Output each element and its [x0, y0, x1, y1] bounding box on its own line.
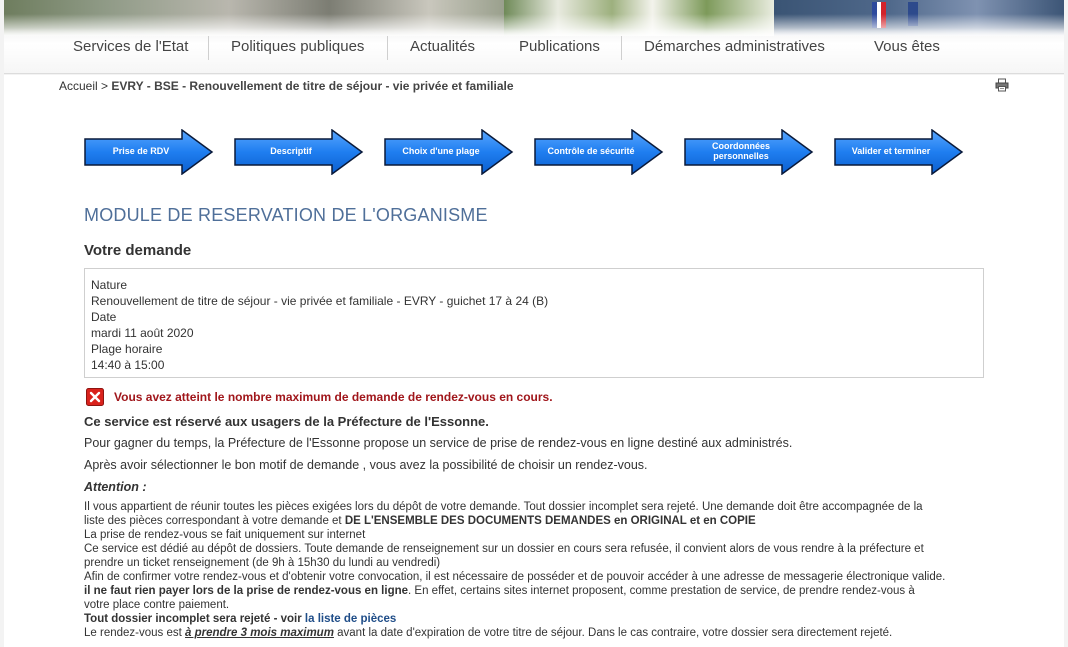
step-label: Prise de RDV	[112, 146, 170, 157]
note-bold: Tout dossier incomplet sera rejeté - voi…	[84, 613, 305, 625]
note-line: Il vous appartient de réunir toutes les …	[84, 501, 923, 513]
step-label: Valider et terminer	[851, 146, 931, 157]
note-line: Le rendez-vous est à prendre 3 mois maxi…	[84, 627, 893, 639]
slot-value: 14:40 à 15:00	[91, 358, 165, 372]
note-bold: il ne faut rien payer lors de la prise d…	[84, 585, 409, 597]
date-value: mardi 11 août 2020	[91, 326, 194, 340]
note-line: prendre un ticket renseignement (de 9h à…	[84, 557, 441, 569]
nav-item-actualites[interactable]: Actualités	[410, 38, 475, 55]
nav-separator	[621, 36, 622, 60]
page-content: Accueil > EVRY - BSE - Renouvellement de…	[4, 75, 1064, 647]
error-message: Vous avez atteint le nombre maximum de d…	[86, 387, 553, 407]
step-label: Descriptif	[270, 146, 312, 157]
attention-heading: Attention :	[84, 480, 147, 494]
step-valider-terminer[interactable]: Valider et terminer	[834, 129, 964, 175]
breadcrumb-current: EVRY - BSE - Renouvellement de titre de …	[111, 79, 514, 93]
step-prise-de-rdv[interactable]: Prise de RDV	[84, 129, 214, 175]
printer-icon[interactable]	[995, 78, 1009, 92]
attention-notes: Il vous appartient de réunir toutes les …	[84, 500, 984, 640]
note-bold: DE L'ENSEMBLE DES DOCUMENTS DEMANDES en …	[344, 515, 756, 527]
main-navigation: Services de l'Etat Politiques publiques …	[4, 28, 1064, 74]
intro-paragraph-2: Après avoir sélectionner le bon motif de…	[84, 458, 648, 472]
reservation-steps: Prise de RDV Descriptif Choix d'une plag…	[84, 129, 984, 177]
note-emphasis: à prendre 3 mois maximum	[185, 627, 334, 639]
note-line: il ne faut rien payer lors de la prise d…	[84, 585, 915, 597]
intro-paragraph-1: Pour gagner du temps, la Préfecture de l…	[84, 436, 793, 450]
breadcrumb-home-link[interactable]: Accueil	[59, 79, 98, 93]
step-label: Contrôle de sécurité	[547, 146, 635, 157]
step-controle-securite[interactable]: Contrôle de sécurité	[534, 129, 664, 175]
slot-label: Plage horaire	[91, 342, 163, 356]
note-line: Ce service est dédié au dépôt de dossier…	[84, 543, 924, 555]
section-title: Votre demande	[84, 242, 192, 259]
error-x-icon	[86, 388, 104, 406]
reserved-notice: Ce service est réservé aux usagers de la…	[84, 414, 489, 429]
nature-label: Nature	[91, 278, 128, 292]
note-line: La prise de rendez-vous se fait uniqueme…	[84, 529, 366, 541]
module-title: MODULE DE RESERVATION DE L'ORGANISME	[84, 205, 488, 225]
nav-separator	[208, 36, 209, 60]
step-choix-plage[interactable]: Choix d'une plage	[384, 129, 514, 175]
nav-separator	[387, 36, 388, 60]
nav-item-demarches-administratives[interactable]: Démarches administratives	[644, 38, 825, 55]
nav-item-services-etat[interactable]: Services de l'Etat	[73, 38, 188, 55]
step-label: Coordonnées personnelles	[711, 141, 770, 161]
request-summary-box: Nature Renouvellement de titre de séjour…	[84, 268, 984, 378]
nav-item-vous-etes[interactable]: Vous êtes	[874, 38, 940, 55]
note-line: Afin de confirmer votre rendez-vous et d…	[84, 571, 946, 583]
pieces-list-link[interactable]: la liste de pièces	[305, 613, 396, 625]
nav-item-publications[interactable]: Publications	[519, 38, 600, 55]
step-label: Choix d'une plage	[402, 146, 480, 157]
step-coordonnees-personnelles[interactable]: Coordonnées personnelles	[684, 129, 814, 175]
breadcrumb-separator: >	[101, 79, 109, 93]
step-descriptif[interactable]: Descriptif	[234, 129, 364, 175]
note-line: Tout dossier incomplet sera rejeté - voi…	[84, 612, 984, 626]
note-line: votre place contre paiement.	[84, 599, 230, 611]
nav-item-politiques-publiques[interactable]: Politiques publiques	[231, 38, 364, 55]
note-line: liste des pièces correspondant à votre d…	[84, 515, 756, 527]
date-label: Date	[91, 310, 117, 324]
error-text: Vous avez atteint le nombre maximum de d…	[114, 390, 553, 404]
breadcrumb: Accueil > EVRY - BSE - Renouvellement de…	[59, 79, 514, 93]
nature-value: Renouvellement de titre de séjour - vie …	[91, 294, 549, 308]
